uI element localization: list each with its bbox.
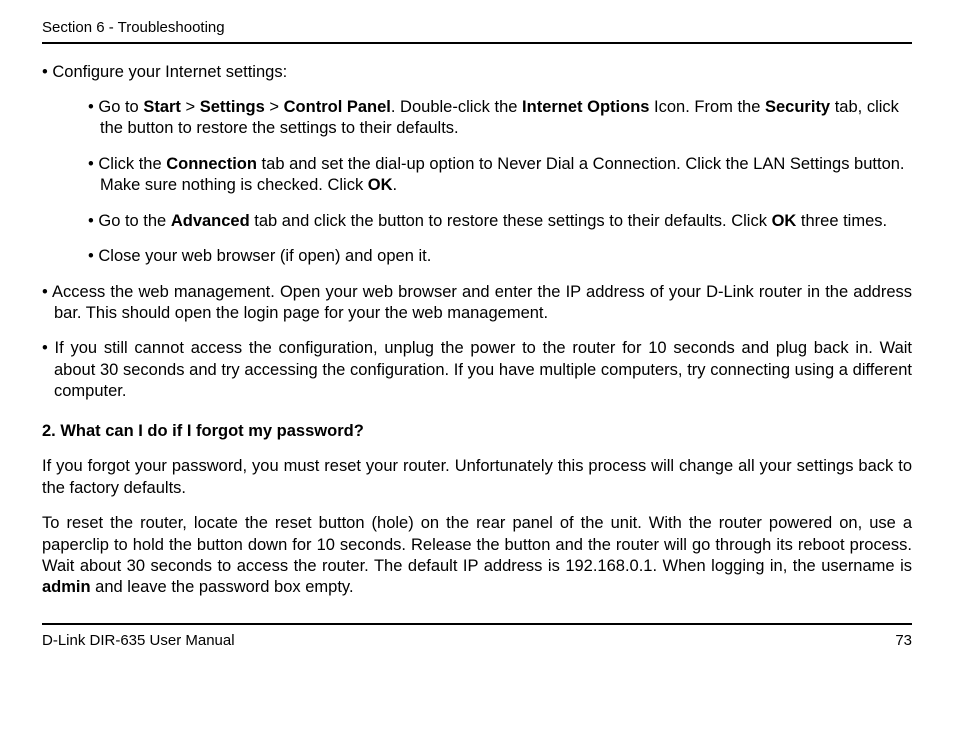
bullet-still-cannot: • If you still cannot access the configu…: [42, 338, 912, 402]
text: Icon. From the: [649, 98, 765, 116]
sub-bullet-4: • Close your web browser (if open) and o…: [82, 246, 912, 267]
sub-bullet-2: • Click the Connection tab and set the d…: [82, 154, 912, 197]
bold-admin: admin: [42, 578, 91, 596]
bold-security: Security: [765, 98, 830, 116]
footer-page-number: 73: [895, 631, 912, 651]
paragraph-forgot: If you forgot your password, you must re…: [42, 456, 912, 499]
text: >: [181, 98, 200, 116]
text: • Click the: [88, 155, 166, 173]
text: and leave the password box empty.: [91, 578, 354, 596]
text: .: [393, 176, 398, 194]
page-footer: D-Link DIR-635 User Manual 73: [42, 623, 912, 651]
paragraph-reset: To reset the router, locate the reset bu…: [42, 513, 912, 599]
text: three times.: [796, 212, 887, 230]
bold-ok: OK: [772, 212, 797, 230]
bold-control-panel: Control Panel: [284, 98, 391, 116]
bold-advanced: Advanced: [171, 212, 250, 230]
footer-manual-title: D-Link DIR-635 User Manual: [42, 631, 235, 651]
bold-ok: OK: [368, 176, 393, 194]
text: >: [265, 98, 284, 116]
text: To reset the router, locate the reset bu…: [42, 514, 912, 575]
question-2-heading: 2. What can I do if I forgot my password…: [42, 421, 912, 442]
bullet-access-web: • Access the web management. Open your w…: [42, 282, 912, 325]
bullet-configure: • Configure your Internet settings:: [42, 62, 912, 83]
bold-start: Start: [143, 98, 181, 116]
sub-bullet-list: • Go to Start > Settings > Control Panel…: [82, 97, 912, 268]
sub-bullet-1: • Go to Start > Settings > Control Panel…: [82, 97, 912, 140]
bold-settings: Settings: [200, 98, 265, 116]
sub-bullet-3: • Go to the Advanced tab and click the b…: [82, 211, 912, 232]
section-header: Section 6 - Troubleshooting: [42, 18, 912, 44]
text: • Go to the: [88, 212, 171, 230]
text: • Go to: [88, 98, 143, 116]
bold-connection: Connection: [166, 155, 257, 173]
bold-internet-options: Internet Options: [522, 98, 649, 116]
page-content: • Configure your Internet settings: • Go…: [42, 62, 912, 599]
text: tab and click the button to restore thes…: [250, 212, 772, 230]
text: . Double-click the: [391, 98, 522, 116]
